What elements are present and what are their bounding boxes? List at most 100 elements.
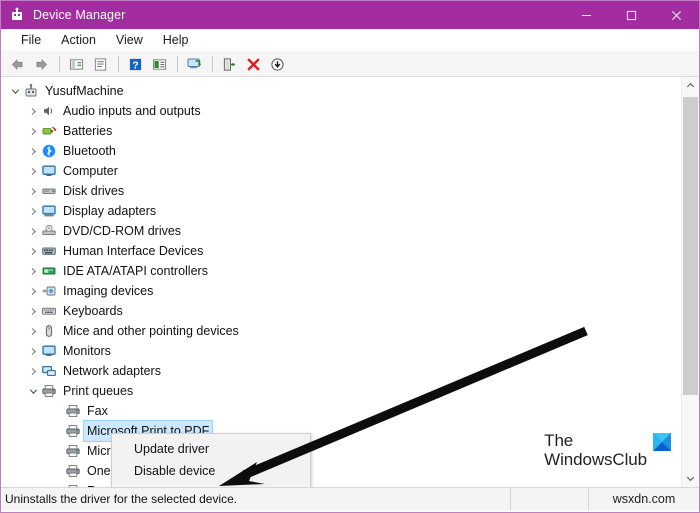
- window-title: Device Manager: [33, 8, 126, 22]
- context-menu-item-update-driver[interactable]: Update driver: [112, 438, 310, 460]
- chevron-right-icon[interactable]: [25, 241, 41, 261]
- chevron-right-icon[interactable]: [25, 341, 41, 361]
- status-message: Uninstalls the driver for the selected d…: [1, 488, 511, 510]
- minimize-button[interactable]: [564, 1, 609, 29]
- device-tree[interactable]: YusufMachine Audio inputs and outputs Bat…: [1, 81, 682, 487]
- disk-drive-icon: [41, 183, 58, 199]
- vertical-scrollbar[interactable]: [681, 77, 699, 487]
- tree-node-print-queues[interactable]: Print queues: [1, 381, 682, 401]
- status-bar: Uninstalls the driver for the selected d…: [1, 488, 699, 510]
- tree-children: Audio inputs and outputs Batteries Bluetoo…: [1, 101, 682, 487]
- disable-device-icon[interactable]: [266, 54, 288, 74]
- printer-icon: [41, 383, 58, 399]
- tree-node-fax[interactable]: Fax: [1, 401, 682, 421]
- chevron-right-icon[interactable]: [25, 281, 41, 301]
- tree-node-label: YusufMachine: [45, 84, 124, 98]
- chevron-right-icon[interactable]: [25, 161, 41, 181]
- uninstall-device-icon[interactable]: [242, 54, 264, 74]
- chevron-right-icon[interactable]: [25, 101, 41, 121]
- update-driver-icon[interactable]: [218, 54, 240, 74]
- tree-node-mice-and-other-pointing-devices[interactable]: Mice and other pointing devices: [1, 321, 682, 341]
- status-panel-empty: [511, 488, 589, 510]
- battery-icon: [41, 123, 58, 139]
- bluetooth-icon: [41, 143, 58, 159]
- chevron-right-icon[interactable]: [25, 141, 41, 161]
- tree-node-root-print-queue[interactable]: Root Print Queue: [1, 481, 682, 487]
- context-menu-item-disable-device[interactable]: Disable device: [112, 460, 310, 482]
- tree-node-imaging-devices[interactable]: Imaging devices: [1, 281, 682, 301]
- tree-node-label: Network adapters: [63, 364, 161, 378]
- properties-icon[interactable]: [89, 54, 111, 74]
- tree-node-display-adapters[interactable]: Display adapters: [1, 201, 682, 221]
- tree-node-disk-drives[interactable]: Disk drives: [1, 181, 682, 201]
- back-icon[interactable]: [6, 54, 28, 74]
- maximize-button[interactable]: [609, 1, 654, 29]
- chevron-down-icon[interactable]: [25, 381, 41, 401]
- device-manager-icon: [9, 7, 25, 23]
- printer-icon: [65, 423, 82, 439]
- tree-node-network-adapters[interactable]: Network adapters: [1, 361, 682, 381]
- tree-node-onenote[interactable]: OneNote: [1, 461, 682, 481]
- chevron-right-icon[interactable]: [25, 181, 41, 201]
- tree-node-label: Display adapters: [63, 204, 157, 218]
- optical-drive-icon: [41, 223, 58, 239]
- close-button[interactable]: [654, 1, 699, 29]
- forward-icon[interactable]: [30, 54, 52, 74]
- chevron-right-icon[interactable]: [25, 201, 41, 221]
- scrollbar-thumb[interactable]: [683, 97, 698, 395]
- tree-node-human-interface-devices[interactable]: Human Interface Devices: [1, 241, 682, 261]
- speaker-icon: [41, 103, 58, 119]
- menu-view[interactable]: View: [106, 31, 153, 50]
- chevron-right-icon[interactable]: [25, 321, 41, 341]
- scroll-up-icon[interactable]: [682, 77, 699, 94]
- chevron-right-icon[interactable]: [25, 221, 41, 241]
- imaging-device-icon: [41, 283, 58, 299]
- tree-node-microsoft-xps-document-writer[interactable]: Microsoft XPS Document Writer: [1, 441, 682, 461]
- printer-icon: [65, 443, 82, 459]
- window-controls: [564, 1, 699, 29]
- context-menu[interactable]: Update driverDisable deviceUninstall dev…: [111, 433, 311, 487]
- tree-node-bluetooth[interactable]: Bluetooth: [1, 141, 682, 161]
- tree-node-label: Audio inputs and outputs: [63, 104, 201, 118]
- tree-node-label: Bluetooth: [63, 144, 116, 158]
- tree-node-microsoft-print-to-pdf[interactable]: Microsoft Print to PDF: [1, 420, 682, 442]
- mouse-icon: [41, 323, 58, 339]
- tree-node-root[interactable]: YusufMachine: [1, 81, 682, 101]
- monitor-icon: [41, 343, 58, 359]
- tree-node-label: Mice and other pointing devices: [63, 324, 239, 338]
- tree-node-label: Human Interface Devices: [63, 244, 204, 258]
- device-list-icon[interactable]: [148, 54, 170, 74]
- scan-for-hardware-changes-icon[interactable]: [183, 54, 205, 74]
- tree-node-label: Imaging devices: [63, 284, 154, 298]
- tree-node-batteries[interactable]: Batteries: [1, 121, 682, 141]
- tree-node-audio-inputs-and-outputs[interactable]: Audio inputs and outputs: [1, 101, 682, 121]
- scroll-down-icon[interactable]: [682, 470, 699, 487]
- menu-file[interactable]: File: [11, 31, 51, 50]
- toolbar-separator: [118, 56, 119, 72]
- hid-icon: [41, 243, 58, 259]
- twisty-placeholder: [49, 421, 65, 441]
- chevron-down-icon[interactable]: [7, 81, 23, 101]
- keyboard-icon: [41, 303, 58, 319]
- tree-node-label: Computer: [63, 164, 118, 178]
- chevron-right-icon[interactable]: [25, 301, 41, 321]
- chevron-right-icon[interactable]: [25, 121, 41, 141]
- device-manager-window: Device Manager File Action View Help ? Y…: [0, 0, 700, 513]
- tree-node-keyboards[interactable]: Keyboards: [1, 301, 682, 321]
- menu-help[interactable]: Help: [153, 31, 199, 50]
- display-adapter-icon: [41, 203, 58, 219]
- menu-action[interactable]: Action: [51, 31, 106, 50]
- tree-node-dvd-cd-rom-drives[interactable]: DVD/CD-ROM drives: [1, 221, 682, 241]
- show-hide-console-tree-icon[interactable]: [65, 54, 87, 74]
- tree-node-label: IDE ATA/ATAPI controllers: [63, 264, 208, 278]
- chevron-right-icon[interactable]: [25, 261, 41, 281]
- tree-node-monitors[interactable]: Monitors: [1, 341, 682, 361]
- tree-node-computer[interactable]: Computer: [1, 161, 682, 181]
- title-bar: Device Manager: [1, 1, 699, 29]
- context-menu-items: Update driverDisable deviceUninstall dev…: [112, 438, 310, 487]
- context-menu-item-uninstall-device[interactable]: Uninstall device: [112, 482, 310, 487]
- monitor-icon: [41, 163, 58, 179]
- chevron-right-icon[interactable]: [25, 361, 41, 381]
- help-icon[interactable]: ?: [124, 54, 146, 74]
- tree-node-ide-ata-atapi-controllers[interactable]: IDE ATA/ATAPI controllers: [1, 261, 682, 281]
